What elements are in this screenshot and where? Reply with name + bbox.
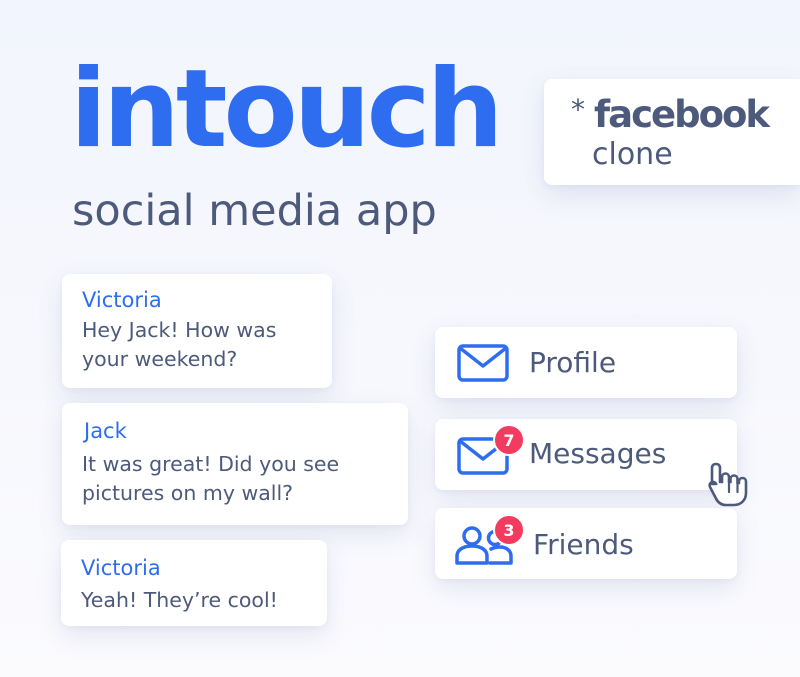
facebook-wordmark: facebook (594, 93, 770, 136)
nav-item-messages[interactable]: 7 Messages (435, 419, 737, 490)
message-text: It was great! Did you see pictures on my… (82, 450, 339, 508)
message-line: It was great! Did you see (82, 452, 340, 476)
message-line: pictures on my wall? (82, 481, 294, 505)
unread-badge: 7 (493, 424, 525, 456)
clone-label: clone (592, 137, 673, 172)
nav-item-friends[interactable]: 3 Friends (435, 508, 737, 579)
chat-message: Victoria Hey Jack! How was your weekend? (62, 274, 332, 388)
app-title: intouch (70, 47, 504, 172)
chat-message: Victoria Yeah! They’re cool! (61, 540, 327, 626)
chat-message: Jack It was great! Did you see pictures … (62, 403, 408, 525)
envelope-icon (457, 344, 509, 387)
hand-pointer-icon (706, 460, 760, 513)
message-line: Hey Jack! How was (82, 318, 277, 342)
nav-label: Friends (533, 528, 634, 561)
asterisk-mark: * (571, 93, 585, 126)
message-text: Yeah! They’re cool! (81, 586, 278, 615)
message-author: Victoria (82, 288, 162, 312)
friend-request-badge: 3 (493, 514, 525, 546)
nav-label: Profile (529, 346, 617, 379)
message-author: Jack (84, 419, 127, 443)
nav-item-profile[interactable]: Profile (435, 327, 737, 398)
app-subtitle: social media app (72, 186, 437, 236)
message-line: Yeah! They’re cool! (81, 588, 278, 612)
facebook-clone-card: * facebook clone (544, 79, 800, 185)
nav-label: Messages (529, 437, 667, 470)
message-line: your weekend? (82, 347, 238, 371)
message-author: Victoria (81, 556, 161, 580)
message-text: Hey Jack! How was your weekend? (82, 316, 276, 374)
